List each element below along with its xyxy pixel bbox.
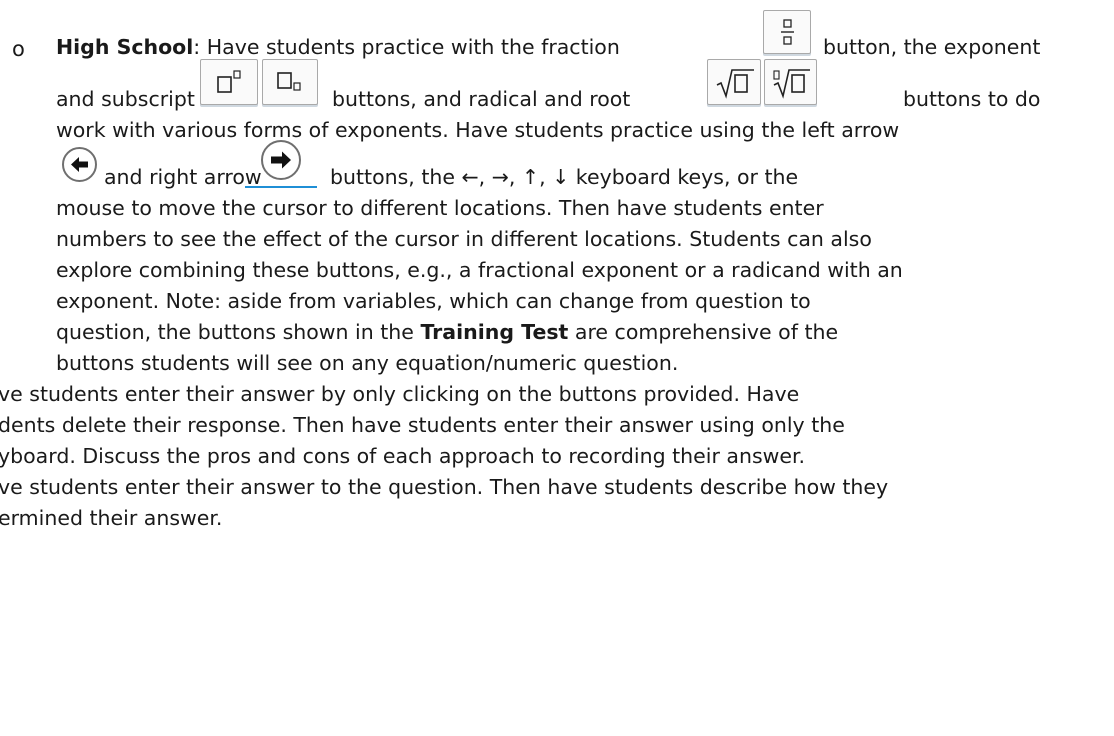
- text-segment: : Have students practice with the fracti…: [193, 35, 620, 59]
- button-underline: [245, 186, 317, 188]
- fraction-button[interactable]: [763, 10, 811, 54]
- paragraph-line-9: question, the buttons shown in the Train…: [56, 319, 838, 345]
- training-test-emphasis: Training Test: [420, 320, 569, 344]
- exponent-icon: [217, 70, 241, 93]
- list-item-line: ve students enter their answer by only c…: [0, 382, 800, 406]
- text-segment: question, the buttons shown in the: [56, 320, 414, 344]
- root-icon: [773, 69, 810, 99]
- paragraph-line-2-end: buttons to do: [903, 87, 1041, 111]
- paragraph-line-5: mouse to move the cursor to different lo…: [56, 196, 824, 220]
- paragraph-line-4-end: buttons, the ←, →, ↑, ↓ keyboard keys, o…: [330, 165, 799, 189]
- right-arrow-icon: [271, 151, 291, 169]
- left-arrow-button[interactable]: [62, 147, 97, 182]
- paragraph-line-1-end: button, the exponent: [823, 35, 1041, 59]
- list-item-line: yboard. Discuss the pros and cons of eac…: [0, 444, 806, 468]
- list-bullet: o: [12, 37, 25, 61]
- paragraph-line-2-start: and subscript: [56, 87, 195, 111]
- left-arrow-icon: [71, 157, 88, 172]
- paragraph-line-7: explore combining these buttons, e.g., a…: [56, 258, 903, 282]
- radical-icon: [716, 69, 754, 99]
- paragraph-line-8: exponent. Note: aside from variables, wh…: [56, 289, 811, 313]
- paragraph-line-2-mid: buttons, and radical and root: [332, 87, 631, 111]
- list-item-line: ermined their answer.: [0, 506, 223, 530]
- right-arrow-button[interactable]: [261, 140, 301, 180]
- subscript-icon: [277, 72, 301, 91]
- paragraph-line-3: work with various forms of exponents. Ha…: [56, 118, 900, 142]
- heading-high-school: High School: [56, 35, 194, 59]
- root-button[interactable]: [764, 59, 817, 105]
- paragraph-line-6: numbers to see the effect of the cursor …: [56, 227, 872, 251]
- paragraph-line-4-start: and right arrow: [104, 165, 262, 189]
- paragraph-line-1: High School: Have students practice with…: [56, 34, 620, 60]
- exponent-button[interactable]: [200, 59, 258, 105]
- text-segment: are comprehensive of the: [574, 320, 839, 344]
- fraction-icon: [781, 19, 794, 45]
- list-item-line: dents delete their response. Then have s…: [0, 413, 845, 437]
- list-item-line: ve students enter their answer to the qu…: [0, 475, 889, 499]
- paragraph-line-10: buttons students will see on any equatio…: [56, 351, 679, 375]
- subscript-button[interactable]: [262, 59, 318, 105]
- radical-button[interactable]: [707, 59, 761, 105]
